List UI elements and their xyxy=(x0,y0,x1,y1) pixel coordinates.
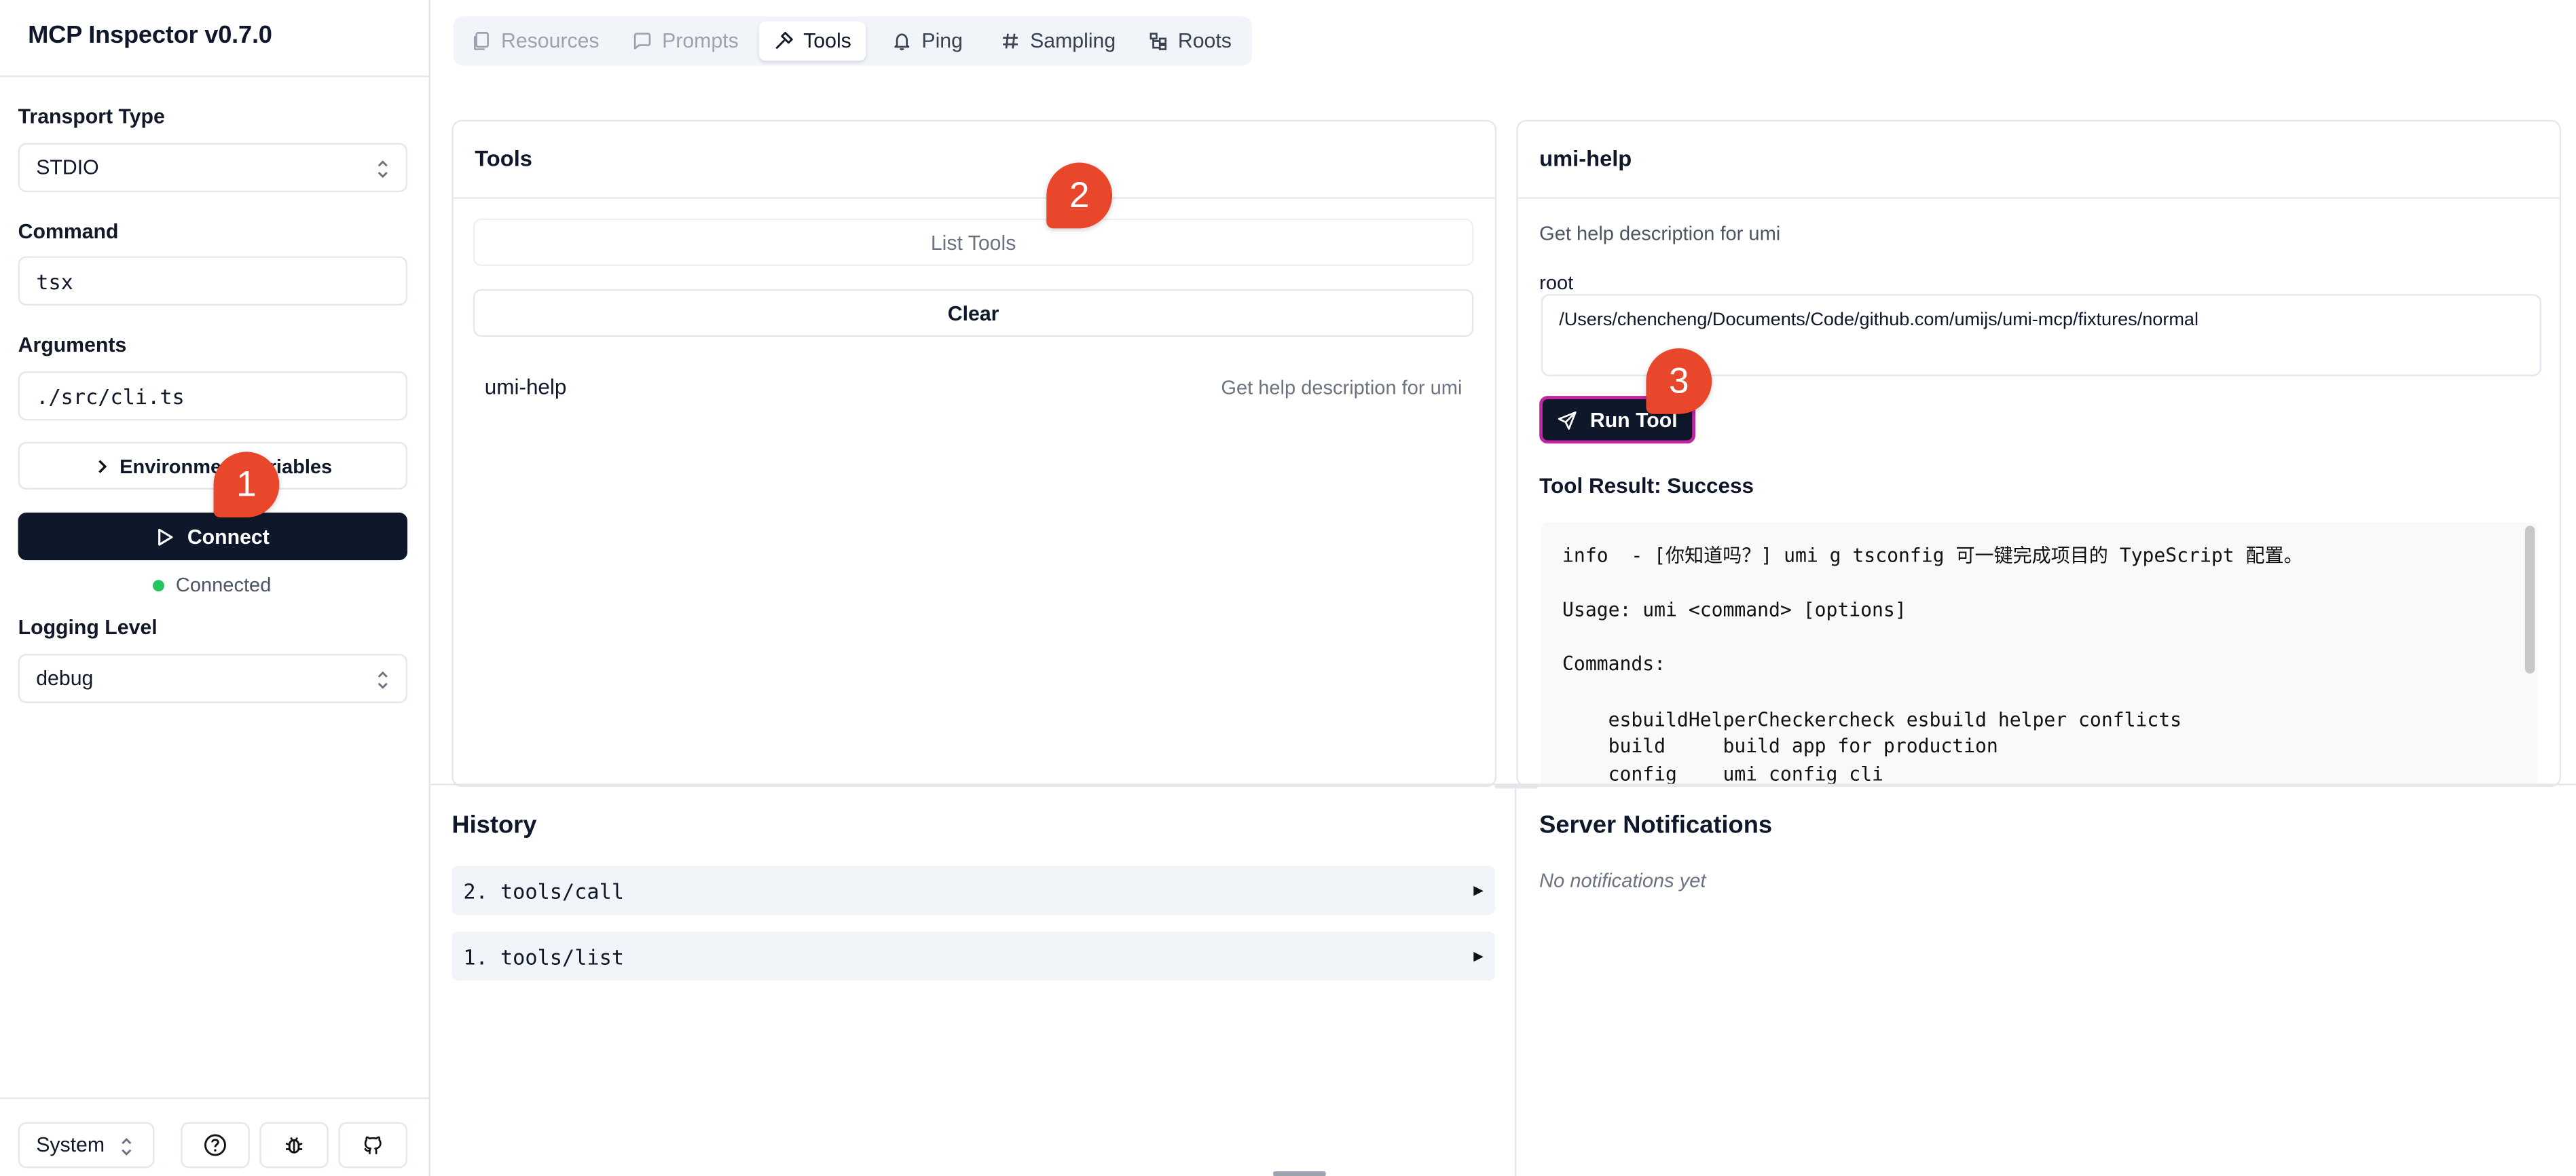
expand-arrow-icon: ▶ xyxy=(1473,881,1484,900)
tool-name: umi-help xyxy=(484,374,567,399)
tab-roots[interactable]: Roots xyxy=(1134,21,1247,60)
tab-tools-label: Tools xyxy=(803,29,851,53)
debug-button[interactable] xyxy=(259,1122,329,1169)
tab-ping-label: Ping xyxy=(921,29,963,53)
help-button[interactable] xyxy=(181,1122,250,1169)
chevrons-up-down-icon xyxy=(378,160,388,179)
tool-list-item[interactable]: umi-help Get help description for umi xyxy=(473,365,1474,411)
command-value: tsx xyxy=(36,268,73,293)
vertical-divider xyxy=(1514,785,1517,1176)
logging-level-value: debug xyxy=(36,667,94,691)
tools-panel-divider xyxy=(453,197,1495,199)
no-notifications-text: No notifications yet xyxy=(1539,868,1706,892)
tab-ping[interactable]: Ping xyxy=(877,21,978,60)
history-item-label: 2. tools/call xyxy=(463,878,625,903)
message-square-icon xyxy=(633,33,651,50)
chevron-right-icon xyxy=(98,459,107,473)
environment-variables-button[interactable]: Environment Variables xyxy=(18,441,408,490)
expand-arrow-icon: ▶ xyxy=(1473,947,1484,966)
history-item[interactable]: 2. tools/call ▶ xyxy=(452,866,1495,915)
bell-icon xyxy=(894,33,910,50)
chevrons-up-down-icon xyxy=(378,671,388,689)
theme-value: System xyxy=(36,1133,105,1157)
tab-prompts[interactable]: Prompts xyxy=(618,21,754,60)
annotation-badge: 3 xyxy=(1646,348,1712,414)
tab-tools[interactable]: Tools xyxy=(758,21,866,61)
tool-detail-description: Get help description for umi xyxy=(1539,221,1781,245)
tool-result-output: info - [你知道吗？] umi g tsconfig 可一键完成项目的 T… xyxy=(1541,522,2539,786)
history-title: History xyxy=(452,811,537,840)
tool-detail-panel: umi-help Get help description for umi ro… xyxy=(1516,120,2562,787)
status-text: Connected xyxy=(175,573,272,597)
help-circle-icon xyxy=(204,1134,226,1156)
history-item[interactable]: 1. tools/list ▶ xyxy=(452,931,1495,981)
bug-icon xyxy=(285,1137,303,1154)
logging-level-select[interactable]: debug xyxy=(18,654,408,703)
folder-tree-icon xyxy=(1149,33,1167,50)
play-icon xyxy=(158,528,173,545)
connect-label: Connect xyxy=(187,525,270,548)
files-icon xyxy=(473,32,489,50)
tab-bar: Resources Prompts Tools Ping Sampling Ro… xyxy=(453,16,1252,66)
transport-type-label: Transport Type xyxy=(18,105,165,128)
chevrons-up-down-icon xyxy=(122,1137,132,1156)
github-icon xyxy=(364,1136,382,1154)
tab-sampling[interactable]: Sampling xyxy=(986,21,1130,60)
bottom-resize-handle[interactable] xyxy=(1273,1171,1326,1176)
transport-type-select[interactable]: STDIO xyxy=(18,143,408,193)
annotation-badge: 1 xyxy=(213,452,280,518)
app-title: MCP Inspector v0.7.0 xyxy=(28,21,272,50)
sidebar: MCP Inspector v0.7.0 Transport Type STDI… xyxy=(0,0,430,1176)
tab-resources-label: Resources xyxy=(500,29,600,53)
param-root-label: root xyxy=(1539,271,1574,295)
theme-select[interactable]: System xyxy=(18,1122,155,1169)
tab-resources[interactable]: Resources xyxy=(457,21,614,60)
annotation-badge: 2 xyxy=(1046,162,1113,229)
tools-panel: Tools List Tools Clear umi-help Get help… xyxy=(452,120,1497,787)
connect-button[interactable]: Connect xyxy=(18,512,408,561)
arguments-value: ./src/cli.ts xyxy=(36,383,185,409)
tab-sampling-label: Sampling xyxy=(1030,29,1116,53)
tool-detail-divider xyxy=(1517,197,2560,199)
tab-prompts-label: Prompts xyxy=(662,29,739,53)
connection-status: Connected xyxy=(153,573,271,596)
github-button[interactable] xyxy=(338,1122,408,1169)
arguments-input[interactable]: ./src/cli.ts xyxy=(18,371,408,421)
transport-type-value: STDIO xyxy=(36,155,99,179)
tools-panel-title: Tools xyxy=(475,146,532,171)
tool-description: Get help description for umi xyxy=(1221,376,1462,399)
arguments-label: Arguments xyxy=(18,333,127,357)
logging-level-label: Logging Level xyxy=(18,616,158,640)
clear-button[interactable]: Clear xyxy=(473,289,1474,337)
command-label: Command xyxy=(18,220,119,244)
server-notifications-title: Server Notifications xyxy=(1539,811,1773,840)
tool-result-text: info - [你知道吗？] umi g tsconfig 可一键完成项目的 T… xyxy=(1562,543,2303,785)
hammer-icon xyxy=(775,31,793,50)
status-dot-icon xyxy=(153,578,164,591)
list-tools-button[interactable]: List Tools xyxy=(473,218,1474,266)
history-item-label: 1. tools/list xyxy=(463,944,625,969)
send-icon xyxy=(1558,410,1577,429)
sidebar-footer-divider xyxy=(0,1097,429,1099)
tab-roots-label: Roots xyxy=(1177,29,1232,53)
sidebar-divider xyxy=(0,75,429,77)
tool-result-title: Tool Result: Success xyxy=(1539,473,1754,498)
tool-detail-title: umi-help xyxy=(1539,146,1632,171)
command-input[interactable]: tsx xyxy=(18,256,408,306)
hash-icon xyxy=(1003,33,1018,49)
result-scrollbar[interactable] xyxy=(2524,526,2535,674)
